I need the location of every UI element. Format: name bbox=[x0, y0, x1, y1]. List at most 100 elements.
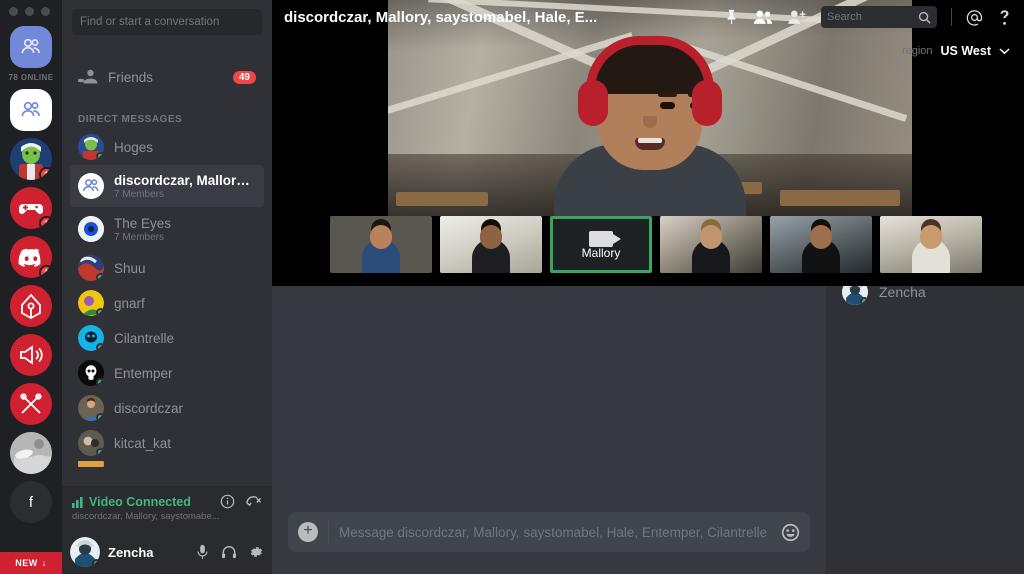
video-thumbnail-label: Mallory bbox=[581, 246, 621, 260]
sidebar-item-server-f[interactable]: f bbox=[10, 481, 52, 523]
window-controls[interactable] bbox=[0, 0, 62, 22]
at-mentions-icon[interactable] bbox=[966, 9, 983, 26]
avatar bbox=[78, 360, 104, 386]
dm-item-label: discordczar, Mallory, sa... bbox=[114, 172, 256, 188]
video-thumbnail-strip[interactable]: Mallory bbox=[330, 216, 982, 273]
hammer-wrench-icon bbox=[18, 391, 44, 417]
office-desk bbox=[780, 190, 900, 206]
window-maximize-button[interactable] bbox=[25, 6, 34, 16]
headphones-icon[interactable] bbox=[221, 544, 237, 560]
sidebar-item-server-pen[interactable] bbox=[10, 285, 52, 327]
pen-nib-icon bbox=[19, 293, 43, 319]
status-indicator bbox=[92, 559, 100, 567]
avatar bbox=[78, 255, 104, 281]
sidebar-item-server-discord[interactable]: 1 bbox=[10, 236, 52, 278]
info-icon[interactable] bbox=[220, 494, 235, 509]
dm-item-label: Cilantrelle bbox=[114, 330, 175, 346]
avatar[interactable] bbox=[70, 537, 100, 567]
office-desk bbox=[396, 192, 488, 206]
current-username: Zencha bbox=[108, 544, 154, 560]
video-thumbnail-active-mallory[interactable]: Mallory bbox=[550, 216, 652, 273]
gear-icon[interactable] bbox=[248, 544, 264, 560]
video-call-overlay[interactable]: Mallory region US West discordczar, Mall… bbox=[272, 0, 1024, 286]
region-value: US West bbox=[940, 44, 991, 58]
video-thumbnail[interactable] bbox=[660, 216, 762, 273]
dm-list[interactable]: Friends 49 DIRECT MESSAGES Hoges discord… bbox=[62, 43, 272, 486]
dm-item-hoges[interactable]: Hoges bbox=[70, 130, 264, 164]
status-indicator bbox=[96, 343, 104, 351]
status-indicator bbox=[860, 297, 868, 305]
disconnect-call-icon[interactable] bbox=[245, 494, 262, 509]
headphone-cup bbox=[692, 80, 722, 126]
dm-item-entemper[interactable]: Entemper bbox=[70, 356, 264, 390]
header-divider bbox=[951, 8, 952, 26]
headphone-cup bbox=[578, 80, 608, 126]
video-overlay-header: discordczar, Mallory, saystomabel, Hale,… bbox=[272, 0, 1024, 34]
new-label: NEW bbox=[15, 558, 38, 568]
dm-item-shuu[interactable]: Shuu bbox=[70, 251, 264, 285]
status-indicator bbox=[96, 308, 104, 316]
dm-item-the-eyes[interactable]: The Eyes 7 Members bbox=[70, 208, 264, 250]
participant-eye bbox=[660, 102, 675, 109]
participant-mouth bbox=[635, 138, 665, 150]
dm-item-kitcat-kat[interactable]: kitcat_kat bbox=[70, 426, 264, 460]
avatar bbox=[78, 134, 104, 160]
region-label: region bbox=[901, 45, 933, 57]
help-icon[interactable] bbox=[997, 9, 1012, 26]
sidebar-item-server-white-dm[interactable] bbox=[10, 89, 52, 131]
dm-item-gnarf[interactable]: gnarf bbox=[70, 286, 264, 320]
message-input[interactable]: + Message discordczar, Mallory, saystoma… bbox=[288, 512, 810, 552]
status-indicator bbox=[96, 448, 104, 456]
video-thumbnail[interactable] bbox=[330, 216, 432, 273]
dm-item-label: gnarf bbox=[114, 295, 145, 311]
microphone-icon[interactable] bbox=[195, 544, 210, 560]
friends-icon bbox=[78, 67, 98, 87]
video-thumbnail[interactable] bbox=[440, 216, 542, 273]
participant-brow bbox=[658, 92, 677, 97]
dm-item-partial[interactable] bbox=[70, 461, 264, 467]
emoji-icon[interactable] bbox=[781, 523, 800, 542]
discord-app-window: 78 ONLINE 1 1 1 f NEW ↓ Find or start a … bbox=[0, 0, 1024, 574]
window-close-button[interactable] bbox=[41, 6, 50, 16]
discord-logo-icon bbox=[18, 247, 44, 267]
window-minimize-button[interactable] bbox=[9, 6, 18, 16]
people-icon bbox=[19, 35, 43, 59]
dm-item-discordczar[interactable]: discordczar bbox=[70, 391, 264, 425]
photo-avatar bbox=[10, 432, 52, 474]
sidebar-item-server-gamepad[interactable]: 1 bbox=[10, 187, 52, 229]
add-friend-icon[interactable] bbox=[787, 9, 807, 25]
page-title-overlay: discordczar, Mallory, saystomabel, Hale,… bbox=[284, 8, 598, 26]
sidebar-item-home-dms[interactable] bbox=[10, 26, 52, 68]
dm-item-members-count: 7 Members bbox=[114, 231, 165, 243]
plus-circle-icon[interactable]: + bbox=[298, 522, 318, 542]
dm-item-label: Entemper bbox=[114, 365, 173, 381]
search-input-overlay[interactable]: Search bbox=[821, 6, 937, 28]
dm-item-label: discordczar bbox=[114, 400, 184, 416]
dm-item-cilantrelle[interactable]: Cilantrelle bbox=[70, 321, 264, 355]
sidebar-item-server-photo[interactable] bbox=[10, 432, 52, 474]
thumb-head bbox=[920, 225, 942, 249]
megaphone-icon bbox=[18, 344, 44, 366]
friends-badge: 49 bbox=[232, 70, 256, 84]
video-thumbnail[interactable] bbox=[880, 216, 982, 273]
sidebar-item-friends[interactable]: Friends 49 bbox=[70, 60, 264, 94]
voice-connection-panel: Video Connected discordczar, Mallory, sa… bbox=[62, 486, 272, 530]
sidebar-item-server-megaphone[interactable] bbox=[10, 334, 52, 376]
video-participant-figure bbox=[554, 36, 746, 216]
pin-icon[interactable] bbox=[724, 9, 739, 25]
unread-badge: 1 bbox=[38, 167, 52, 180]
voice-region-selector[interactable]: region US West bbox=[902, 44, 1010, 58]
status-indicator bbox=[96, 378, 104, 386]
avatar bbox=[78, 395, 104, 421]
voice-participants-label: discordczar, Mallory, saystomabe... bbox=[72, 511, 220, 522]
thumb-head bbox=[370, 225, 392, 249]
sidebar-item-server-hulk[interactable]: 1 bbox=[10, 138, 52, 180]
new-servers-indicator[interactable]: NEW ↓ bbox=[0, 552, 62, 574]
members-icon[interactable] bbox=[753, 9, 773, 25]
video-thumbnail[interactable] bbox=[770, 216, 872, 273]
online-count-label: 78 ONLINE bbox=[8, 73, 54, 82]
conversation-search-input[interactable]: Find or start a conversation bbox=[72, 9, 262, 35]
dm-item-group-discordczar[interactable]: discordczar, Mallory, sa... 7 Members bbox=[70, 165, 264, 207]
friends-label: Friends bbox=[108, 69, 154, 85]
sidebar-item-server-tools[interactable] bbox=[10, 383, 52, 425]
